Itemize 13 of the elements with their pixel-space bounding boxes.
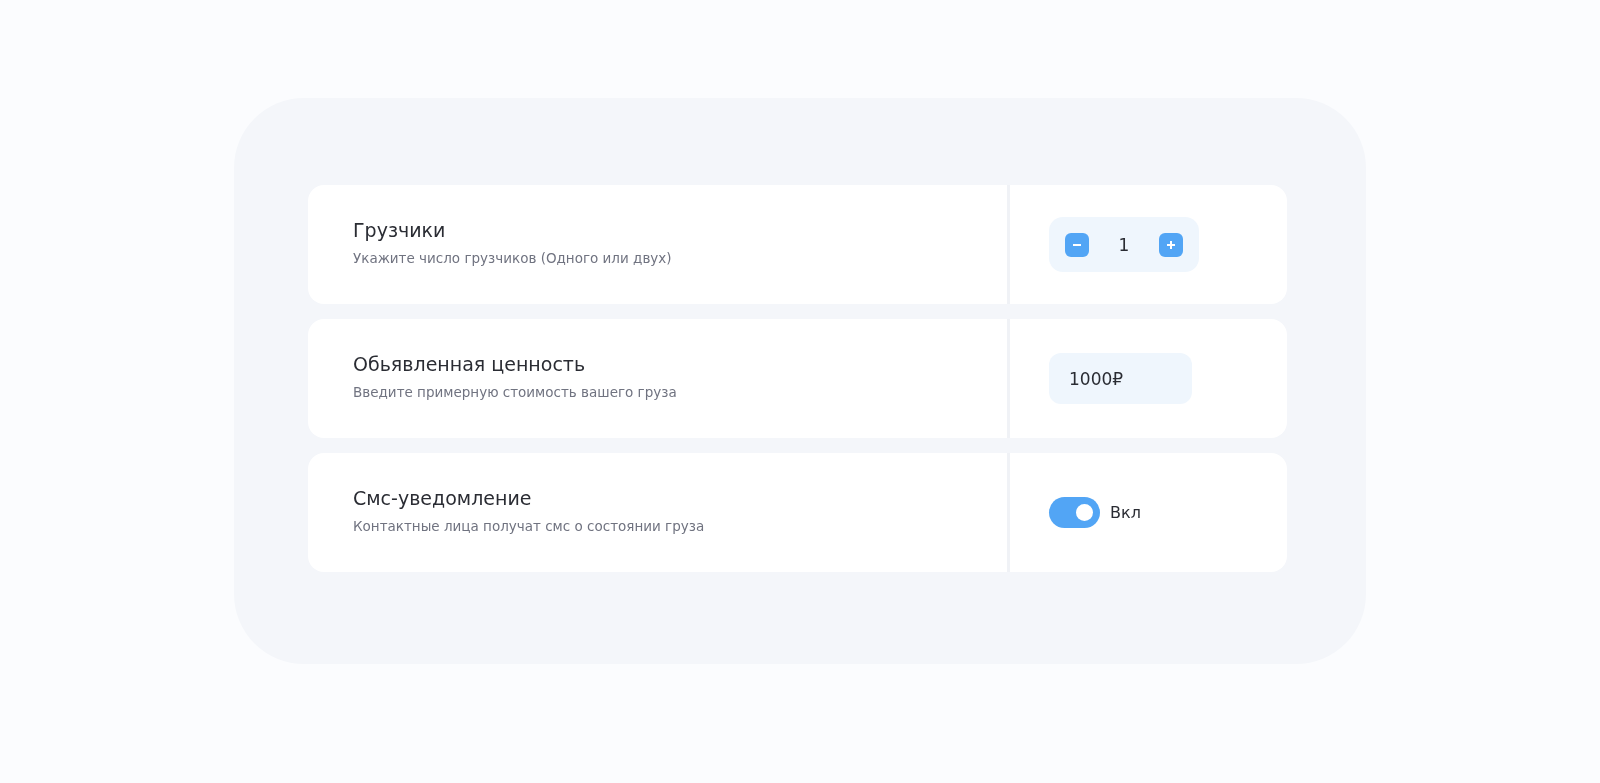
option-description: Укажите число грузчиков (Одного или двух) xyxy=(353,250,673,266)
decrease-button[interactable] xyxy=(1065,232,1089,257)
toggle-switch[interactable] xyxy=(1049,497,1100,528)
plus-icon xyxy=(1166,239,1176,250)
option-description: Контактные лица получат смс о состоянии груза xyxy=(353,518,706,534)
quantity-value: 1 xyxy=(1118,234,1130,255)
value-input-field[interactable]: 1000₽ xyxy=(1049,353,1192,404)
option-title: Обьявленная ценность xyxy=(353,353,587,375)
option-title: Грузчики xyxy=(353,219,447,241)
toggle-label: Вкл xyxy=(1110,503,1141,522)
option-description: Введите примерную стоимость вашего груза xyxy=(353,384,678,400)
option-title: Смс-уведомление xyxy=(353,487,533,509)
increase-button[interactable] xyxy=(1159,232,1183,257)
